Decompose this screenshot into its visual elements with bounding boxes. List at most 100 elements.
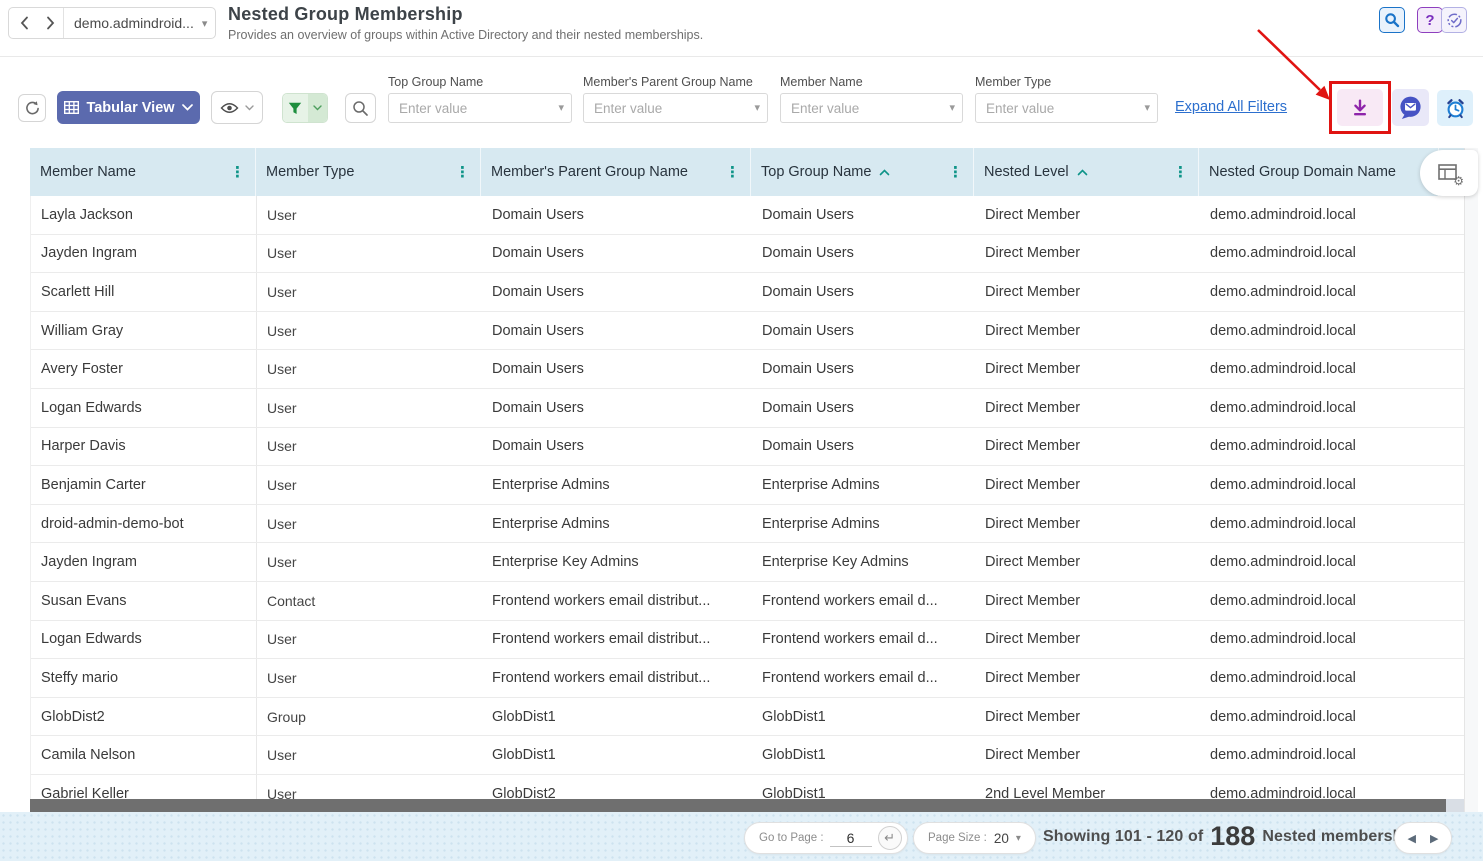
cell-member-name: Susan Evans: [31, 582, 257, 620]
cell-nested-group-domain-name: demo.admindroid.local: [1200, 235, 1440, 273]
cell-member-type: User: [257, 736, 482, 774]
filter-input[interactable]: [975, 93, 1158, 123]
nav-forward-button[interactable]: [37, 9, 63, 37]
table-body: Layla JacksonUserDomain UsersDomain User…: [30, 196, 1464, 799]
table-row: Harper DavisUserDomain UsersDomain Users…: [31, 428, 1464, 467]
search-icon: [352, 100, 369, 117]
cell-nested-level: Direct Member: [975, 659, 1200, 697]
sort-ascending-icon: [1077, 169, 1088, 176]
feedback-message-button[interactable]: [1392, 89, 1429, 126]
column-header-nested-group-domain-name[interactable]: Nested Group Domain Name: [1199, 148, 1439, 196]
chevron-down-icon: [313, 105, 322, 111]
cell-member-name: Jayden Ingram: [31, 235, 257, 273]
cell-member-name: Camila Nelson: [31, 736, 257, 774]
table-header: Member Name⋮Member Type⋮Member's Parent …: [30, 148, 1464, 196]
horizontal-scrollbar-thumb[interactable]: [30, 799, 1446, 812]
table-row: Camila NelsonUserGlobDist1GlobDist1Direc…: [31, 736, 1464, 775]
filter-input[interactable]: [780, 93, 963, 123]
alarm-clock-icon: [1444, 97, 1467, 120]
goto-page-go-button[interactable]: ↵: [878, 826, 902, 850]
schedule-alarm-button[interactable]: [1437, 90, 1473, 126]
column-menu-icon[interactable]: ⋮: [725, 165, 741, 180]
column-menu-icon[interactable]: ⋮: [1173, 165, 1189, 180]
cell-member-type: User: [257, 621, 482, 659]
filter-button-dropdown[interactable]: [308, 94, 327, 122]
filter-label: Member Type: [975, 75, 1158, 89]
column-header-member-name[interactable]: Member Name⋮: [30, 148, 256, 196]
column-menu-icon[interactable]: ⋮: [455, 165, 471, 180]
column-header-label: Member Type: [266, 164, 354, 180]
table-row: Jayden IngramUserEnterprise Key AdminsEn…: [31, 543, 1464, 582]
cell-top-group-name: GlobDist1: [752, 775, 975, 799]
page-title: Nested Group Membership: [228, 4, 703, 25]
download-icon: [1349, 97, 1371, 119]
column-header-member-s-parent-group-name[interactable]: Member's Parent Group Name⋮: [481, 148, 751, 196]
filter-input[interactable]: [388, 93, 572, 123]
goto-page-input[interactable]: [830, 830, 872, 847]
table-row: Avery FosterUserDomain UsersDomain Users…: [31, 350, 1464, 389]
cell-member-type: User: [257, 466, 482, 504]
cell-nested-level: Direct Member: [975, 196, 1200, 234]
cell-member-name: GlobDist2: [31, 698, 257, 736]
view-options-button[interactable]: [211, 91, 263, 124]
filter-label: Member Name: [780, 75, 963, 89]
table-row: Gabriel KellerUserGlobDist2GlobDist12nd …: [31, 775, 1464, 799]
column-header-top-group-name[interactable]: Top Group Name ⋮: [751, 148, 974, 196]
cell-nested-group-domain-name: demo.admindroid.local: [1200, 736, 1440, 774]
cell-member-s-parent-group-name: Frontend workers email distribut...: [482, 621, 752, 659]
column-header-nested-level[interactable]: Nested Level⋮: [974, 148, 1199, 196]
tabular-view-button[interactable]: Tabular View: [57, 91, 200, 124]
page-size-control[interactable]: Page Size : 20 ▾: [913, 822, 1036, 854]
cell-nested-level: Direct Member: [975, 350, 1200, 388]
cell-top-group-name: Enterprise Admins: [752, 505, 975, 543]
cell-top-group-name: Enterprise Admins: [752, 466, 975, 504]
cell-nested-level: Direct Member: [975, 543, 1200, 581]
previous-page-button[interactable]: ◀: [1408, 832, 1416, 845]
scheduled-check-icon: [1446, 12, 1463, 29]
cell-nested-level: 2nd Level Member: [975, 775, 1200, 799]
cell-member-s-parent-group-name: GlobDist1: [482, 736, 752, 774]
column-menu-icon[interactable]: ⋮: [948, 165, 964, 180]
nav-back-button[interactable]: [11, 9, 37, 37]
vertical-scrollbar-track[interactable]: [1464, 148, 1478, 812]
filter-field-member-type: Member Type▾: [975, 75, 1158, 123]
cell-nested-group-domain-name: demo.admindroid.local: [1200, 582, 1440, 620]
table-search-button[interactable]: [345, 93, 376, 123]
filter-button[interactable]: [282, 93, 328, 123]
goto-page-control: Go to Page : ↵: [744, 822, 908, 854]
cell-member-type: User: [257, 312, 482, 350]
org-selector-value[interactable]: demo.admindroid...: [74, 15, 194, 31]
cell-nested-level: Direct Member: [975, 582, 1200, 620]
refresh-button[interactable]: [18, 94, 46, 122]
expand-all-filters-link[interactable]: Expand All Filters: [1175, 99, 1287, 115]
cell-member-name: Layla Jackson: [31, 196, 257, 234]
cell-top-group-name: Frontend workers email d...: [752, 659, 975, 697]
download-export-button[interactable]: [1337, 89, 1383, 126]
column-header-label: Top Group Name: [761, 164, 871, 180]
gear-icon: ⚙: [1453, 175, 1464, 187]
column-menu-icon[interactable]: ⋮: [230, 165, 246, 180]
cell-nested-group-domain-name: demo.admindroid.local: [1200, 389, 1440, 427]
filter-input[interactable]: [583, 93, 768, 123]
scheduled-reports-button[interactable]: [1441, 7, 1467, 33]
cell-top-group-name: GlobDist1: [752, 736, 975, 774]
sort-ascending-icon: [879, 169, 890, 176]
cell-member-s-parent-group-name: Frontend workers email distribut...: [482, 659, 752, 697]
help-button[interactable]: ?: [1417, 7, 1443, 33]
cell-member-type: User: [257, 196, 482, 234]
cell-member-s-parent-group-name: Domain Users: [482, 389, 752, 427]
filter-button-main[interactable]: [283, 94, 308, 122]
cell-nested-group-domain-name: demo.admindroid.local: [1200, 775, 1440, 799]
global-search-button[interactable]: [1379, 7, 1405, 33]
cell-top-group-name: Enterprise Key Admins: [752, 543, 975, 581]
chevron-right-icon: [46, 16, 55, 30]
refresh-icon: [24, 100, 41, 117]
column-settings-button[interactable]: ⚙: [1420, 150, 1478, 196]
next-page-button[interactable]: ▶: [1430, 832, 1438, 845]
table-row: William GrayUserDomain UsersDomain Users…: [31, 312, 1464, 351]
column-header-member-type[interactable]: Member Type ⋮: [256, 148, 481, 196]
cell-member-name: Benjamin Carter: [31, 466, 257, 504]
cell-member-s-parent-group-name: Domain Users: [482, 196, 752, 234]
cell-member-name: Logan Edwards: [31, 389, 257, 427]
table-row: Susan EvansContactFrontend workers email…: [31, 582, 1464, 621]
